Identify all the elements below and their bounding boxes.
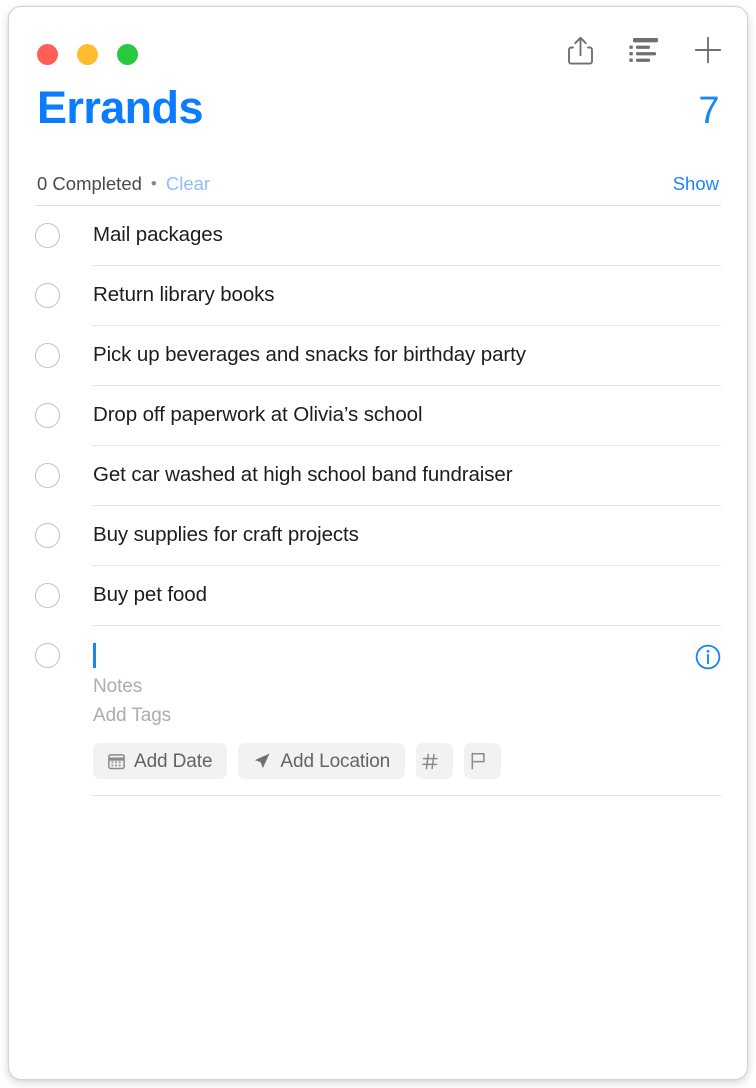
task-title[interactable]: Drop off paperwork at Olivia’s school xyxy=(93,402,721,428)
new-reminder-title-field[interactable] xyxy=(93,642,721,670)
circle-checkbox-icon[interactable] xyxy=(35,523,60,548)
circle-checkbox-icon[interactable] xyxy=(35,403,60,428)
complete-toggle-cell xyxy=(35,566,93,608)
task-body: Buy pet food xyxy=(93,566,721,626)
list-header: Errands 7 0 Completed • Clear Show xyxy=(9,85,747,205)
task-title[interactable]: Mail packages xyxy=(93,222,721,248)
traffic-light-group xyxy=(37,44,138,65)
task-body: Return library books xyxy=(93,266,721,326)
new-reminder-row[interactable]: Notes Add Tags Add Date Add Location xyxy=(35,626,721,796)
task-body: Get car washed at high school band fundr… xyxy=(93,446,721,506)
circle-checkbox-icon[interactable] xyxy=(35,643,60,668)
location-arrow-icon xyxy=(253,752,271,770)
table-row[interactable]: Drop off paperwork at Olivia’s school xyxy=(35,386,721,446)
table-row[interactable]: Buy supplies for craft projects xyxy=(35,506,721,566)
add-date-button[interactable]: Add Date xyxy=(93,743,228,779)
flag-icon xyxy=(470,752,487,770)
new-reminder-body: Notes Add Tags Add Date Add Location xyxy=(93,626,721,796)
minimize-button[interactable] xyxy=(77,44,98,65)
task-title[interactable]: Get car washed at high school band fundr… xyxy=(93,462,721,488)
tags-placeholder[interactable]: Add Tags xyxy=(93,701,721,730)
task-body: Drop off paperwork at Olivia’s school xyxy=(93,386,721,446)
title-row: Errands 7 xyxy=(37,85,719,147)
add-reminder-button[interactable] xyxy=(691,32,725,68)
calendar-icon xyxy=(108,753,125,770)
close-button[interactable] xyxy=(37,44,58,65)
task-body: Mail packages xyxy=(93,206,721,266)
page-title: Errands xyxy=(37,82,203,133)
maximize-button[interactable] xyxy=(117,44,138,65)
reminders-window: Errands 7 0 Completed • Clear Show Mail … xyxy=(8,6,748,1080)
window-toolbar xyxy=(563,32,725,68)
list-view-button[interactable] xyxy=(627,32,661,68)
task-body: Pick up beverages and snacks for birthda… xyxy=(93,326,721,386)
circle-checkbox-icon[interactable] xyxy=(35,223,60,248)
complete-toggle-cell xyxy=(35,266,93,308)
task-title[interactable]: Buy supplies for craft projects xyxy=(93,522,721,548)
notes-placeholder[interactable]: Notes xyxy=(93,672,721,701)
completed-group: 0 Completed • Clear xyxy=(37,173,210,195)
hashtag-icon xyxy=(421,753,439,770)
table-row[interactable]: Get car washed at high school band fundr… xyxy=(35,446,721,506)
circle-checkbox-icon[interactable] xyxy=(35,463,60,488)
complete-toggle-cell xyxy=(35,326,93,368)
reminder-attribute-buttons: Add Date Add Location xyxy=(93,743,721,779)
complete-toggle-cell xyxy=(35,206,93,248)
info-button[interactable] xyxy=(695,644,721,670)
separator-dot: • xyxy=(150,174,157,193)
add-location-label: Add Location xyxy=(280,750,391,772)
table-row[interactable]: Pick up beverages and snacks for birthda… xyxy=(35,326,721,386)
completed-count-label: 0 Completed xyxy=(37,173,142,194)
list-view-icon xyxy=(629,37,659,63)
share-button[interactable] xyxy=(563,32,597,68)
circle-checkbox-icon[interactable] xyxy=(35,283,60,308)
task-title[interactable]: Return library books xyxy=(93,282,721,308)
flag-button[interactable] xyxy=(464,743,502,779)
reminder-count: 7 xyxy=(698,90,719,132)
table-row[interactable]: Mail packages xyxy=(35,206,721,266)
completed-row: 0 Completed • Clear Show xyxy=(37,147,719,205)
complete-toggle-cell xyxy=(35,386,93,428)
clear-completed-button[interactable]: Clear xyxy=(166,173,210,195)
add-location-button[interactable]: Add Location xyxy=(238,743,406,779)
add-tag-button[interactable] xyxy=(416,743,454,779)
plus-icon xyxy=(694,36,722,64)
share-icon xyxy=(567,36,593,65)
show-completed-button[interactable]: Show xyxy=(673,173,719,195)
complete-toggle-cell xyxy=(35,506,93,548)
complete-toggle-cell xyxy=(35,446,93,488)
circle-checkbox-icon[interactable] xyxy=(35,583,60,608)
task-body: Buy supplies for craft projects xyxy=(93,506,721,566)
add-date-label: Add Date xyxy=(134,750,213,772)
circle-checkbox-icon[interactable] xyxy=(35,343,60,368)
table-row[interactable]: Return library books xyxy=(35,266,721,326)
task-title[interactable]: Pick up beverages and snacks for birthda… xyxy=(93,342,721,368)
table-row[interactable]: Buy pet food xyxy=(35,566,721,626)
info-circle-icon xyxy=(695,644,721,674)
text-cursor xyxy=(93,643,96,668)
app-root: Errands 7 0 Completed • Clear Show Mail … xyxy=(0,0,756,1088)
task-title[interactable]: Buy pet food xyxy=(93,582,721,608)
reminder-list: Mail packages Return library books Pick … xyxy=(9,206,747,796)
complete-toggle-cell xyxy=(35,626,93,668)
window-titlebar xyxy=(9,7,747,85)
